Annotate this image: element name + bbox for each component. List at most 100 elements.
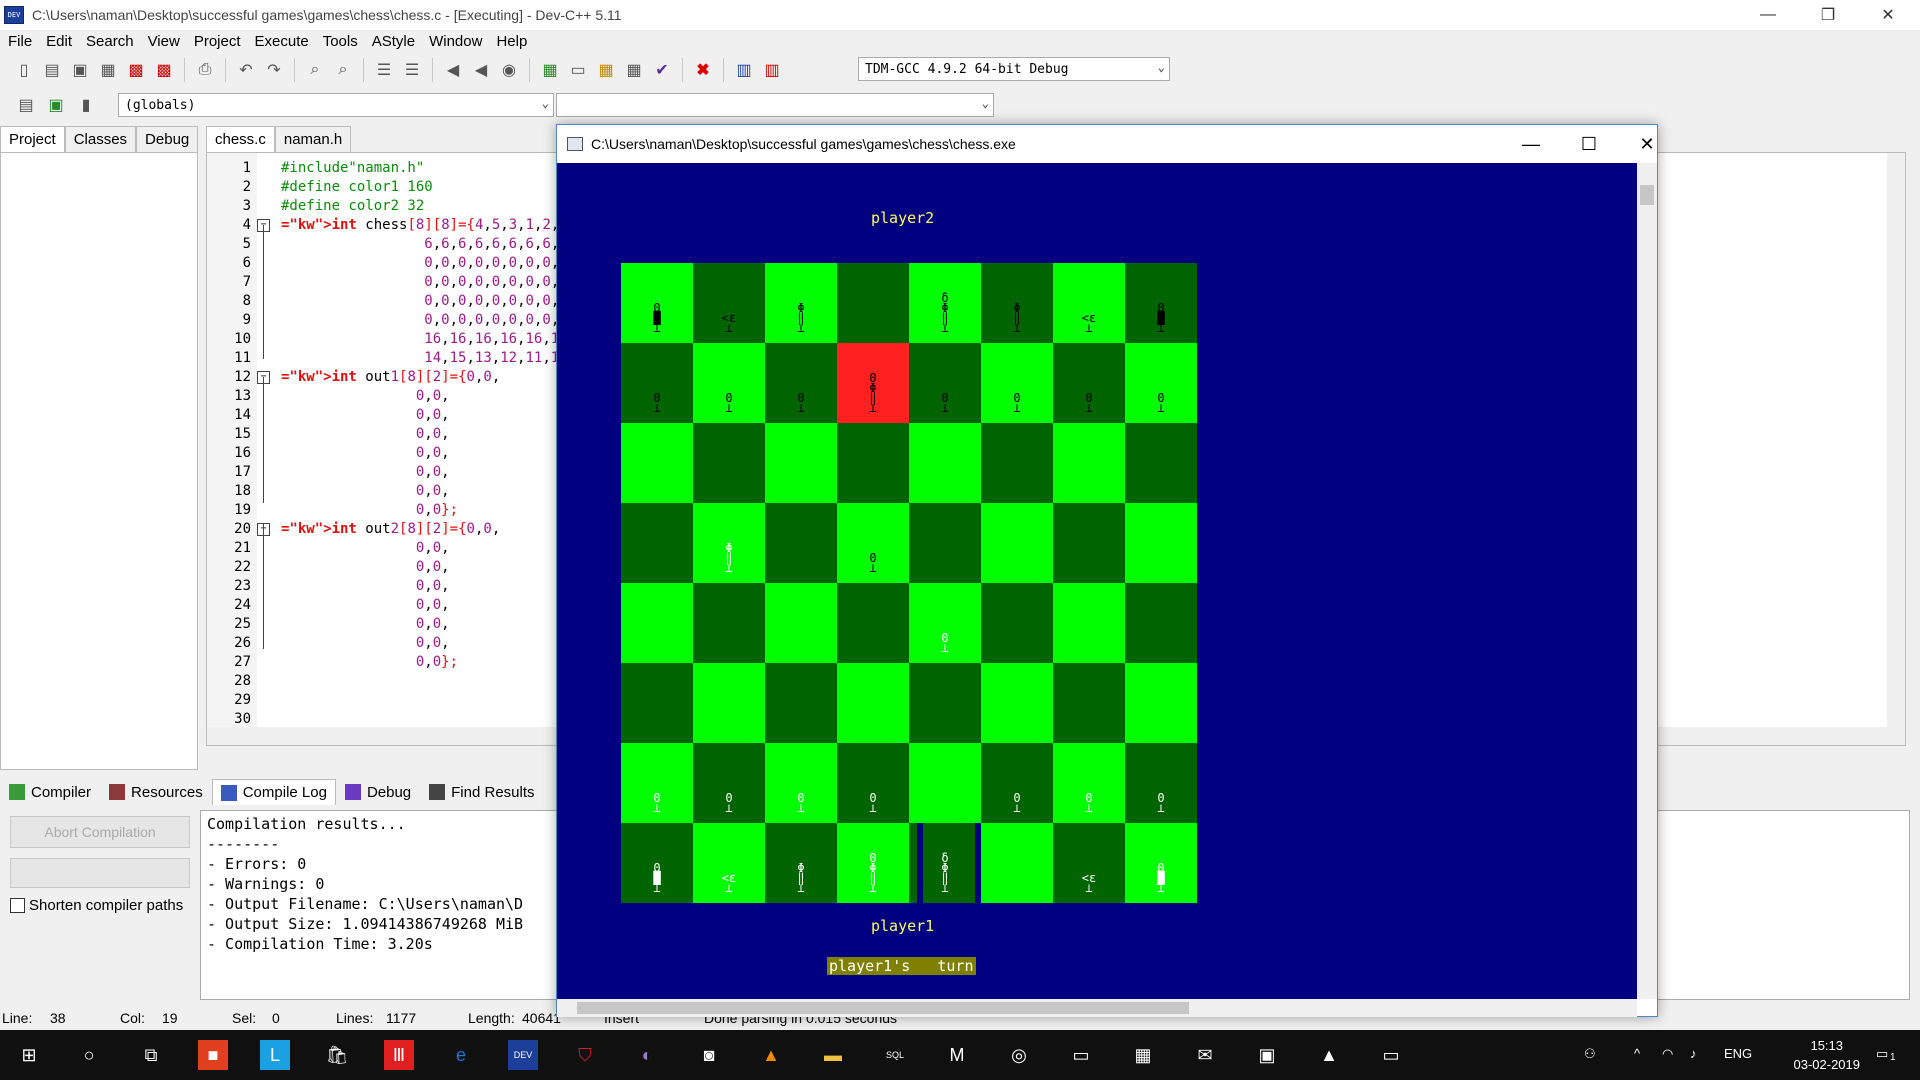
wifi-icon[interactable]: ◠ (1662, 1046, 1673, 1062)
forward-icon[interactable]: ◀ (469, 58, 493, 82)
cmd-icon[interactable]: ▭ (1066, 1040, 1096, 1070)
debug-icon[interactable]: ▥ (760, 58, 784, 82)
class-browser-icon[interactable]: ▤ (14, 93, 38, 117)
replace-icon[interactable]: ⌕ (331, 58, 355, 82)
eclipse-icon[interactable]: ◐ (632, 1040, 662, 1070)
open-file-icon[interactable]: ▤ (40, 58, 64, 82)
console-maximize-icon[interactable]: ☐ (1569, 129, 1609, 159)
board-square: 0 ⊥ (621, 343, 693, 423)
search-icon[interactable]: ○ (74, 1040, 104, 1070)
app-icon[interactable]: M (942, 1040, 972, 1070)
goto-icon[interactable]: ▣ (44, 93, 68, 117)
stop-execution-icon[interactable]: ✖ (691, 58, 715, 82)
console-close-icon[interactable]: ✕ (1627, 129, 1667, 159)
tab-find-results[interactable]: Find Results (420, 779, 543, 806)
store-icon[interactable]: 🛍 (322, 1040, 352, 1070)
menu-file[interactable]: File (8, 33, 32, 50)
board-square (981, 423, 1053, 503)
menu-execute[interactable]: Execute (255, 33, 309, 50)
app-icon[interactable]: ■ (198, 1040, 228, 1070)
mysql-icon[interactable]: SQL (880, 1040, 910, 1070)
toolbar-separator (225, 58, 226, 82)
scope-select[interactable]: (globals) ⌄ (118, 93, 554, 117)
unindent-icon[interactable]: ☰ (400, 58, 424, 82)
app-icon[interactable]: L (260, 1040, 290, 1070)
tab-compiler[interactable]: Compiler (0, 779, 100, 806)
back-icon[interactable]: ◀ (441, 58, 465, 82)
close-all-icon[interactable]: ▩ (152, 58, 176, 82)
notifications-icon[interactable]: ▭ (1876, 1046, 1888, 1062)
rebuild-icon[interactable]: ▦ (622, 58, 646, 82)
groove-music-icon[interactable]: ◎ (1004, 1040, 1034, 1070)
tab-bottom-debug[interactable]: Debug (336, 779, 420, 806)
abort-compilation-button[interactable]: Abort Compilation (10, 816, 190, 848)
check-syntax-icon[interactable]: ✔ (650, 58, 674, 82)
mcafee-icon[interactable]: ⛉ (570, 1040, 600, 1070)
tab-compile-log[interactable]: Compile Log (211, 779, 336, 805)
volume-icon[interactable]: ♪ (1690, 1046, 1697, 1061)
shorten-paths-checkbox[interactable]: Shorten compiler paths (10, 897, 183, 914)
console-window[interactable]: C:\Users\naman\Desktop\successful games\… (556, 124, 1658, 1017)
chevron-up-icon[interactable]: ^ (1634, 1046, 1640, 1061)
menu-help[interactable]: Help (496, 33, 527, 50)
scroll-thumb[interactable] (1640, 185, 1654, 205)
restore-icon[interactable]: ❐ (1800, 0, 1856, 30)
app-icon[interactable]: ▣ (1252, 1040, 1282, 1070)
console-taskbar-icon[interactable]: ▭ (1376, 1040, 1406, 1070)
compile-run-icon[interactable]: ▦ (594, 58, 618, 82)
devcpp-taskbar-icon[interactable]: DEV (508, 1040, 538, 1070)
run-icon[interactable]: ▭ (566, 58, 590, 82)
console-horizontal-scrollbar[interactable] (557, 999, 1637, 1017)
people-icon[interactable]: ⚇ (1584, 1046, 1596, 1062)
tab-classes[interactable]: Classes (64, 126, 137, 152)
tab-debug[interactable]: Debug (136, 126, 199, 152)
print-icon[interactable]: ⎙ (193, 58, 217, 82)
tab-resources[interactable]: Resources (100, 779, 212, 806)
new-file-icon[interactable]: ▯ (12, 58, 36, 82)
menu-view[interactable]: View (148, 33, 180, 50)
chart-icon[interactable]: ▥ (732, 58, 756, 82)
clock[interactable]: 15:13 03-02-2019 (1794, 1036, 1861, 1074)
function-select[interactable]: ⌄ (556, 93, 994, 117)
menu-edit[interactable]: Edit (46, 33, 72, 50)
menu-search[interactable]: Search (86, 33, 134, 50)
bookmark-list-icon[interactable]: ▮ (74, 93, 98, 117)
compiler-select[interactable]: TDM-GCC 4.9.2 64-bit Debug ⌄ (858, 57, 1170, 81)
redo-icon[interactable]: ↷ (262, 58, 286, 82)
tab-naman-h[interactable]: naman.h (274, 126, 352, 152)
menu-tools[interactable]: Tools (323, 33, 358, 50)
editor-vertical-scrollbar[interactable] (1887, 153, 1905, 745)
minimize-icon[interactable]: — (1740, 0, 1796, 30)
compile-icon[interactable]: ▦ (538, 58, 562, 82)
undo-icon[interactable]: ↶ (234, 58, 258, 82)
indent-icon[interactable]: ☰ (372, 58, 396, 82)
menu-astyle[interactable]: AStyle (372, 33, 415, 50)
close-file-icon[interactable]: ▩ (124, 58, 148, 82)
bookmark-icon[interactable]: ◉ (497, 58, 521, 82)
console-vertical-scrollbar[interactable] (1637, 163, 1657, 999)
windows-start-icon[interactable]: ⊞ (14, 1040, 44, 1070)
menu-project[interactable]: Project (194, 33, 241, 50)
camera-icon[interactable]: ◙ (694, 1040, 724, 1070)
app-icon[interactable]: Ⅲ (384, 1040, 414, 1070)
tab-chess-c[interactable]: chess.c (206, 126, 275, 152)
edge-icon[interactable]: e (446, 1040, 476, 1070)
line-number: 27 (234, 654, 251, 670)
save-all-icon[interactable]: ▦ (96, 58, 120, 82)
checkbox-box[interactable] (10, 898, 25, 913)
vlc-icon[interactable]: ▲ (756, 1040, 786, 1070)
close-icon[interactable]: ✕ (1860, 0, 1916, 30)
calculator-icon[interactable]: ▦ (1128, 1040, 1158, 1070)
mail-icon[interactable]: ✉ (1190, 1040, 1220, 1070)
board-square (1125, 423, 1197, 503)
console-minimize-icon[interactable]: — (1511, 129, 1551, 159)
photos-icon[interactable]: ▲ (1314, 1040, 1344, 1070)
find-icon[interactable]: ⌕ (303, 58, 327, 82)
task-view-icon[interactable]: ⧉ (136, 1040, 166, 1070)
menu-window[interactable]: Window (429, 33, 482, 50)
file-explorer-icon[interactable]: ▬ (818, 1040, 848, 1070)
language-indicator[interactable]: ENG (1724, 1046, 1752, 1061)
save-icon[interactable]: ▣ (68, 58, 92, 82)
tab-project[interactable]: Project (0, 126, 65, 152)
scroll-thumb[interactable] (577, 1002, 1189, 1014)
